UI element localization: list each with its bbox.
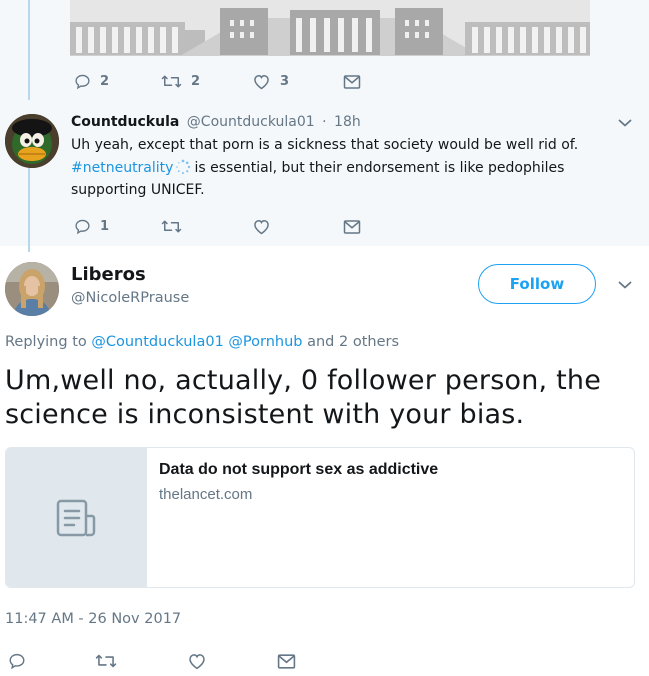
direct-message-button[interactable] — [277, 653, 296, 670]
mention-link[interactable]: @Countduckula01 — [91, 334, 223, 350]
tweet-text: Uh yeah, except that porn is a sickness … — [71, 134, 591, 202]
like-button[interactable]: 3 — [252, 73, 289, 90]
retweet-button[interactable]: 2 — [161, 73, 200, 90]
tweet-image[interactable] — [70, 0, 590, 56]
author-name[interactable]: Liberos — [71, 264, 146, 285]
replying-to: Replying to @Countduckula01 @Pornhub and… — [5, 334, 399, 350]
chevron-down-icon[interactable] — [618, 118, 632, 128]
like-icon — [254, 219, 269, 235]
hashtag-link[interactable]: #netneutrality — [71, 160, 173, 176]
reply-count: 2 — [100, 74, 110, 89]
replying-prefix: Replying to — [5, 334, 87, 350]
tweet-time[interactable]: 18h — [334, 114, 361, 130]
reply-icon — [75, 74, 90, 90]
link-card[interactable]: Data do not support sex as addictive the… — [5, 447, 635, 588]
like-count: 3 — [280, 74, 290, 89]
reply-icon — [9, 653, 25, 670]
like-button[interactable] — [187, 652, 207, 670]
like-icon — [254, 74, 269, 90]
tweet-text-part: Uh yeah, except that porn is a sickness … — [71, 137, 579, 153]
article-icon — [56, 499, 96, 537]
reply-button[interactable]: 2 — [74, 73, 109, 90]
reply-count: 1 — [100, 219, 110, 234]
follow-button[interactable]: Follow — [478, 264, 596, 304]
like-button[interactable] — [252, 218, 271, 235]
direct-message-button[interactable] — [343, 219, 361, 235]
retweet-icon — [95, 654, 117, 668]
tweet-header: Countduckula @Countduckula01 · 18h — [71, 114, 361, 130]
replying-others[interactable]: and 2 others — [307, 334, 399, 350]
retweet-icon — [161, 220, 182, 233]
reply-icon — [75, 219, 90, 235]
retweet-icon — [161, 75, 182, 88]
card-title[interactable]: Data do not support sex as addictive — [159, 461, 438, 479]
chevron-down-icon[interactable] — [618, 280, 632, 290]
mention-link[interactable]: @Pornhub — [228, 334, 302, 350]
author-name[interactable]: Countduckula — [71, 114, 179, 130]
avatar[interactable] — [5, 114, 59, 168]
direct-message-button[interactable] — [343, 74, 361, 90]
avatar[interactable] — [5, 262, 59, 316]
direct-message-icon — [343, 220, 361, 234]
card-thumbnail — [6, 448, 147, 587]
direct-message-icon — [343, 75, 361, 89]
retweet-count: 2 — [191, 74, 201, 89]
separator: · — [322, 114, 327, 130]
card-domain: thelancet.com — [159, 486, 253, 503]
direct-message-icon — [277, 654, 296, 669]
tweet-text: Um,well no, actually, 0 follower person,… — [5, 365, 602, 430]
author-handle[interactable]: @NicoleRPrause — [71, 290, 189, 306]
hashtag-emoji-icon — [176, 159, 191, 174]
reply-button[interactable]: 1 — [74, 218, 109, 235]
thread-connector — [28, 168, 30, 252]
reply-button[interactable] — [8, 652, 26, 670]
like-icon — [189, 654, 205, 670]
thread-connector — [28, 0, 30, 103]
retweet-button[interactable] — [95, 652, 117, 670]
tweet-timestamp[interactable]: 11:47 AM - 26 Nov 2017 — [5, 611, 181, 627]
retweet-button[interactable] — [161, 218, 182, 235]
author-handle[interactable]: @Countduckula01 — [187, 114, 315, 130]
